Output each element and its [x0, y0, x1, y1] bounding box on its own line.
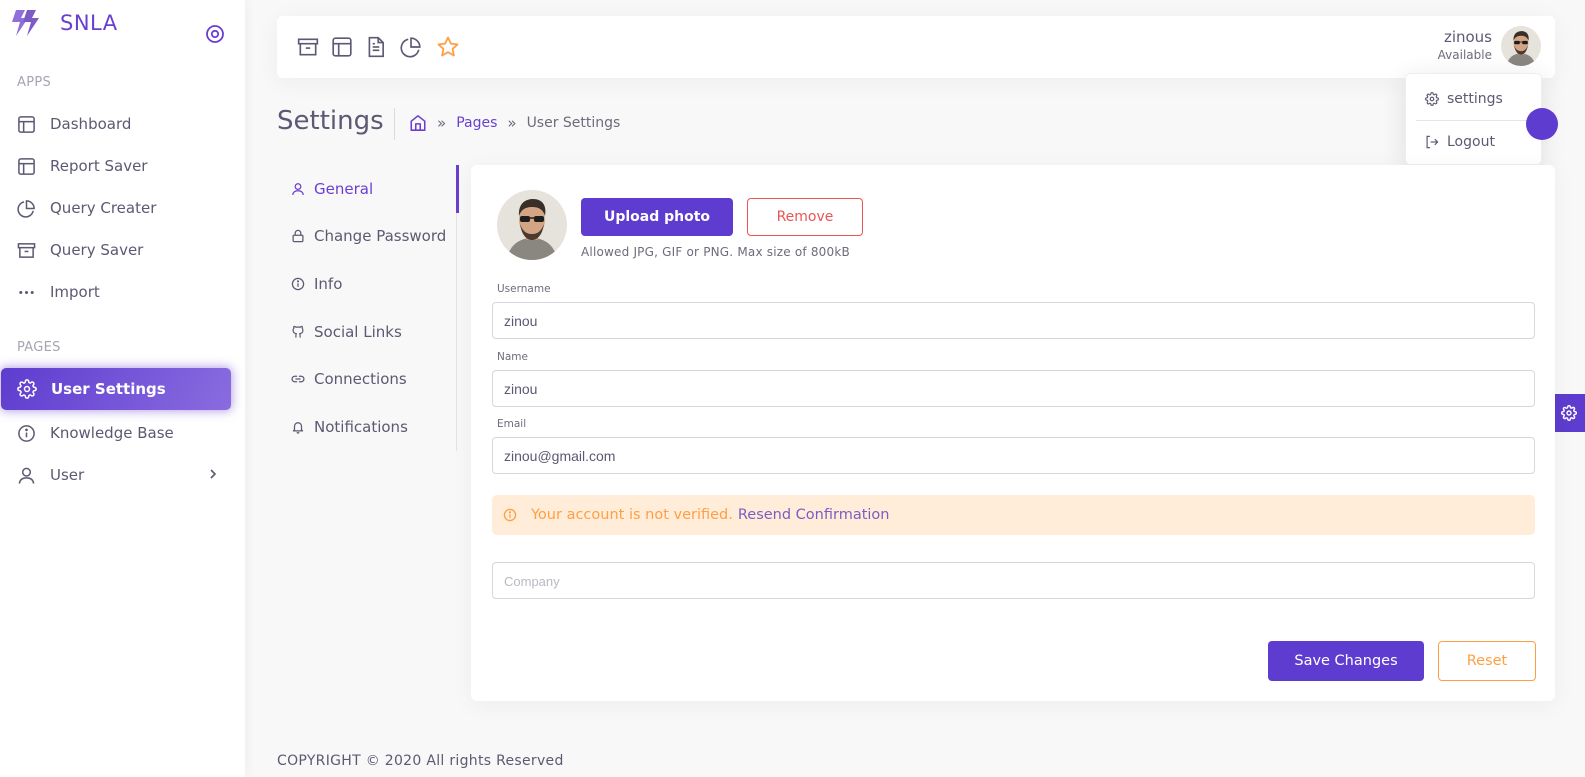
name-input[interactable] [492, 370, 1535, 407]
profile-photo [497, 190, 567, 260]
pie-chart-icon[interactable] [400, 36, 422, 58]
avatar[interactable] [1501, 26, 1541, 66]
settings-tab-change-password[interactable]: Change Password [277, 216, 457, 256]
user-menu-label: settings [1447, 91, 1503, 107]
pie-chart-icon [16, 198, 36, 218]
layout-icon [16, 156, 36, 176]
archive-icon [16, 240, 36, 260]
save-changes-button[interactable]: Save Changes [1268, 641, 1424, 681]
verification-alert: Your account is not verified. Resend Con… [492, 495, 1535, 535]
company-input[interactable] [492, 562, 1535, 599]
user-menu-dropdown: settings Logout [1405, 73, 1542, 165]
sidebar-item-knowledge-base[interactable]: Knowledge Base [0, 412, 245, 454]
general-settings-card: Upload photo Remove Allowed JPG, GIF or … [471, 165, 1555, 701]
top-navbar: zinous Available [277, 16, 1555, 78]
section-label-pages: PAGES [17, 340, 61, 355]
active-indicator [456, 165, 459, 213]
sidebar-item-label: Knowledge Base [50, 424, 174, 442]
sidebar-item-query-creater[interactable]: Query Creater [0, 187, 245, 229]
user-menu-settings[interactable]: settings [1406, 80, 1543, 118]
logout-icon [1425, 135, 1447, 149]
section-label-apps: APPS [17, 75, 52, 90]
header-action-button[interactable] [1526, 108, 1558, 140]
divider [1416, 120, 1531, 121]
file-text-icon[interactable] [365, 36, 387, 58]
settings-tab-info[interactable]: Info [277, 264, 457, 304]
user-menu-logout[interactable]: Logout [1406, 123, 1543, 161]
user-name: zinous [1443, 28, 1492, 46]
breadcrumb-separator: » [437, 114, 447, 132]
breadcrumb-current: User Settings [526, 115, 621, 131]
settings-tab-label: Social Links [314, 323, 402, 341]
lock-icon [291, 229, 314, 243]
link-icon [291, 372, 314, 386]
settings-tab-general[interactable]: General [277, 165, 459, 213]
upload-photo-button[interactable]: Upload photo [581, 198, 733, 236]
sidebar-item-label: Import [50, 283, 100, 301]
settings-tab-label: Connections [314, 370, 407, 388]
remove-photo-button[interactable]: Remove [747, 198, 863, 236]
brand[interactable]: SNLA [10, 8, 118, 38]
settings-tab-label: General [314, 180, 374, 198]
settings-nav: General Change Password Info Social Link… [277, 165, 459, 451]
settings-tab-notifications[interactable]: Notifications [277, 407, 457, 447]
settings-tab-label: Change Password [314, 227, 447, 245]
gear-icon [17, 379, 37, 399]
info-icon [503, 508, 517, 522]
layout-icon[interactable] [331, 36, 353, 58]
more-horizontal-icon [16, 282, 36, 302]
username-input[interactable] [492, 302, 1535, 339]
sidebar-item-report-saver[interactable]: Report Saver [0, 145, 245, 187]
reset-button[interactable]: Reset [1438, 641, 1536, 681]
sidebar-item-user-settings[interactable]: User Settings [1, 368, 231, 410]
settings-tab-social-links[interactable]: Social Links [277, 312, 457, 352]
page-title: Settings [277, 106, 384, 136]
sidebar-item-query-saver[interactable]: Query Saver [0, 229, 245, 271]
footer-copyright: COPYRIGHT © 2020 All rights Reserved [277, 753, 564, 769]
alert-text: Your account is not verified. [531, 507, 733, 523]
sidebar-item-label: Report Saver [50, 157, 148, 175]
email-label: Email [497, 418, 527, 430]
layout-icon [16, 114, 36, 134]
sidebar-item-label: Query Saver [50, 241, 144, 259]
gear-icon [1561, 405, 1577, 421]
info-icon [291, 277, 314, 291]
divider [394, 108, 395, 140]
sidebar-item-dashboard[interactable]: Dashboard [0, 103, 245, 145]
settings-tab-label: Info [314, 275, 343, 293]
info-icon [16, 423, 36, 443]
sidebar: SNLA APPS Dashboard Report Saver Query C… [0, 0, 245, 777]
breadcrumb: » Pages » User Settings [409, 114, 620, 132]
sidebar-item-import[interactable]: Import [0, 271, 245, 313]
brand-name: SNLA [60, 11, 118, 35]
username-label: Username [497, 283, 551, 295]
email-input[interactable] [492, 437, 1535, 474]
user-icon [291, 182, 314, 196]
bell-icon [291, 420, 314, 434]
name-label: Name [497, 351, 528, 363]
sidebar-item-label: User Settings [51, 380, 166, 398]
settings-tab-label: Notifications [314, 418, 408, 436]
sidebar-item-label: Dashboard [50, 115, 132, 133]
chevron-right-icon [207, 468, 219, 480]
user-menu-label: Logout [1447, 134, 1495, 150]
sidebar-item-user[interactable]: User [0, 454, 245, 496]
gear-icon [1425, 92, 1447, 106]
user-icon [16, 465, 36, 485]
settings-tab-connections[interactable]: Connections [277, 359, 457, 399]
breadcrumb-separator: » [507, 114, 517, 132]
star-icon[interactable] [436, 35, 460, 59]
upload-hint: Allowed JPG, GIF or PNG. Max size of 800… [581, 245, 850, 259]
archive-icon[interactable] [297, 36, 319, 58]
collapse-toggle-icon[interactable] [205, 24, 225, 44]
sidebar-item-label: User [50, 466, 85, 484]
breadcrumb-pages-link[interactable]: Pages [456, 115, 497, 131]
home-icon[interactable] [409, 114, 427, 132]
resend-confirmation-link[interactable]: Resend Confirmation [738, 507, 890, 523]
user-status: Available [1437, 48, 1492, 62]
github-icon [291, 325, 314, 339]
brand-logo-icon [10, 8, 42, 38]
sidebar-item-label: Query Creater [50, 199, 157, 217]
